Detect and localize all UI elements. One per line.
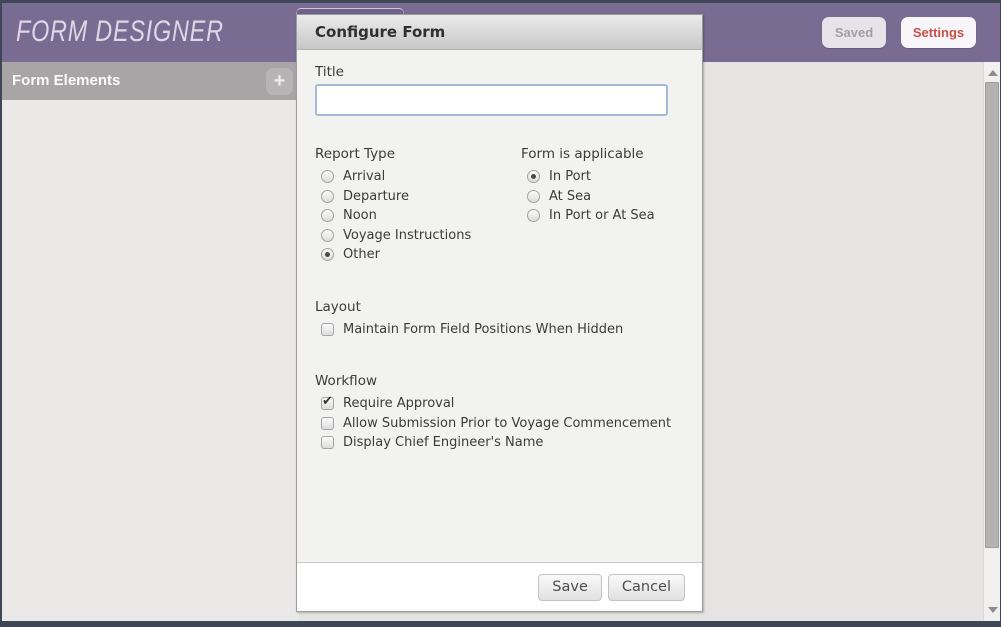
radio-option-label: In Port or At Sea [549, 208, 655, 223]
radio-option-label: Other [343, 247, 380, 262]
checkbox-icon[interactable] [321, 417, 334, 430]
radio-button-icon[interactable] [527, 209, 540, 222]
checkbox-option-label: Maintain Form Field Positions When Hidde… [343, 322, 623, 337]
scrollbar-thumb[interactable] [985, 82, 999, 548]
title-input[interactable] [315, 84, 668, 116]
radio-option[interactable]: In Port [527, 167, 655, 187]
scroll-down-icon[interactable] [988, 607, 998, 613]
radio-option[interactable]: Noon [321, 206, 521, 226]
checkbox-option[interactable]: Require Approval [321, 394, 684, 414]
report-type-group: Report Type Arrival Departure [315, 146, 521, 265]
workflow-section: Workflow Require Approval Allow Submissi… [315, 373, 684, 453]
saved-button[interactable]: Saved [822, 17, 886, 48]
layout-label: Layout [315, 299, 684, 315]
title-label: Title [315, 64, 684, 80]
checkbox-icon[interactable] [321, 323, 334, 336]
radio-button-icon[interactable] [321, 190, 334, 203]
applicability-group: Form is applicable In Port At Sea [521, 146, 655, 265]
radio-option[interactable]: At Sea [527, 187, 655, 207]
app-title: FORM DESIGNER [16, 15, 224, 49]
radio-button-icon[interactable] [321, 209, 334, 222]
scroll-up-icon[interactable] [988, 70, 998, 76]
radio-button-icon[interactable] [321, 170, 334, 183]
checkbox-icon[interactable] [321, 397, 334, 410]
cancel-button[interactable]: Cancel [608, 574, 685, 601]
dialog-footer: Save Cancel [297, 562, 702, 611]
radio-option[interactable]: Voyage Instructions [321, 226, 521, 246]
radio-option[interactable]: Departure [321, 187, 521, 207]
layout-options: Maintain Form Field Positions When Hidde… [321, 320, 684, 340]
report-type-options: Arrival Departure Noon [321, 167, 521, 265]
checkbox-option-label: Allow Submission Prior to Voyage Commenc… [343, 416, 671, 431]
radio-groups-row: Report Type Arrival Departure [315, 146, 684, 265]
sidebar-header-bar: Form Elements + [2, 62, 299, 100]
radio-option-label: Noon [343, 208, 377, 223]
plus-icon: + [274, 70, 286, 92]
radio-option[interactable]: Arrival [321, 167, 521, 187]
dialog-titlebar: Configure Form [297, 15, 702, 50]
radio-option[interactable]: In Port or At Sea [527, 206, 655, 226]
workflow-label: Workflow [315, 373, 684, 389]
save-button[interactable]: Save [538, 574, 602, 601]
checkbox-option[interactable]: Maintain Form Field Positions When Hidde… [321, 320, 684, 340]
dialog-title: Configure Form [297, 15, 702, 50]
vertical-scrollbar[interactable] [983, 62, 1000, 621]
report-type-label: Report Type [315, 146, 521, 162]
radio-option-label: At Sea [549, 189, 591, 204]
radio-button-icon[interactable] [321, 248, 334, 261]
radio-option-label: Arrival [343, 169, 385, 184]
radio-option-label: Voyage Instructions [343, 228, 471, 243]
app-window: FORM DESIGNER Saved Settings Form Elemen… [0, 0, 1001, 627]
workflow-options: Require Approval Allow Submission Prior … [321, 394, 684, 453]
settings-button[interactable]: Settings [901, 17, 976, 48]
radio-option-label: Departure [343, 189, 409, 204]
sidebar-title: Form Elements [12, 62, 120, 100]
checkbox-option-label: Display Chief Engineer's Name [343, 435, 543, 450]
form-elements-sidebar: Form Elements + [2, 62, 299, 621]
radio-button-icon[interactable] [527, 170, 540, 183]
applicability-options: In Port At Sea In Port or At Sea [527, 167, 655, 226]
applicability-label: Form is applicable [521, 146, 655, 162]
radio-option[interactable]: Other [321, 245, 521, 265]
dialog-body: Title Report Type Arrival [297, 50, 702, 453]
layout-section: Layout Maintain Form Field Positions Whe… [315, 299, 684, 340]
radio-option-label: In Port [549, 169, 591, 184]
checkbox-option[interactable]: Display Chief Engineer's Name [321, 433, 684, 453]
checkbox-option-label: Require Approval [343, 396, 454, 411]
checkbox-option[interactable]: Allow Submission Prior to Voyage Commenc… [321, 414, 684, 434]
radio-button-icon[interactable] [527, 190, 540, 203]
configure-form-dialog: Configure Form Title Report Type Arrival [296, 14, 703, 612]
checkbox-icon[interactable] [321, 436, 334, 449]
radio-button-icon[interactable] [321, 229, 334, 242]
add-element-button[interactable]: + [266, 68, 293, 95]
